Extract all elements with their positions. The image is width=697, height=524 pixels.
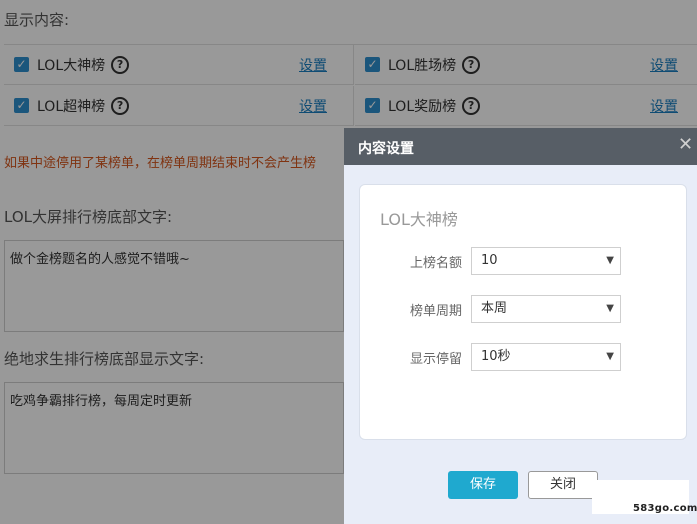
chevron-down-icon: ▼	[606, 255, 614, 266]
chevron-down-icon: ▼	[606, 303, 614, 314]
settings-card: LOL大神榜 上榜名额 10 ▼ 榜单周期 本周 ▼ 显示停留 10秒 ▼	[359, 184, 687, 440]
period-value: 本周	[481, 301, 508, 316]
display-duration-value: 10秒	[481, 349, 511, 364]
rank-slots-label: 上榜名额	[410, 256, 463, 271]
save-button[interactable]: 保存	[448, 471, 518, 499]
period-label: 榜单周期	[410, 304, 463, 319]
close-button[interactable]: 关闭	[528, 471, 598, 499]
display-duration-select[interactable]: 10秒 ▼	[471, 343, 621, 371]
rank-slots-value: 10	[481, 253, 498, 268]
chevron-down-icon: ▼	[606, 351, 614, 362]
period-select[interactable]: 本周 ▼	[471, 295, 621, 323]
content-settings-dialog: 内容设置 ✕ LOL大神榜 上榜名额 10 ▼ 榜单周期 本周 ▼ 显示停留 1…	[344, 128, 697, 524]
card-title: LOL大神榜	[380, 210, 458, 229]
dialog-title: 内容设置	[358, 141, 414, 157]
close-icon[interactable]: ✕	[678, 136, 693, 154]
display-duration-label: 显示停留	[410, 352, 463, 367]
watermark-text: 583go.com	[633, 503, 697, 514]
dialog-header: 内容设置 ✕	[344, 128, 697, 165]
rank-slots-select[interactable]: 10 ▼	[471, 247, 621, 275]
